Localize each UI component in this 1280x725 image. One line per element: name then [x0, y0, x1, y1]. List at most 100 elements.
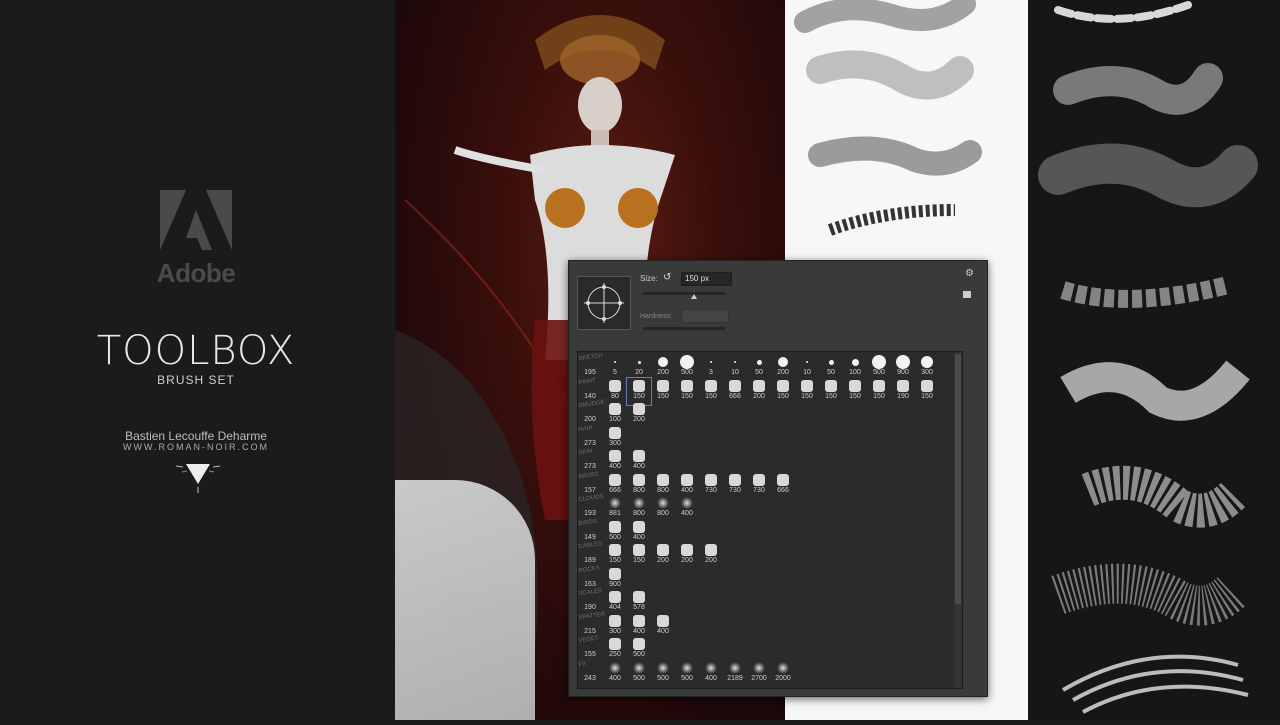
- brush-thumbnail: [756, 359, 762, 365]
- brush-thumbnail: [657, 379, 669, 392]
- brush-size-value: 400: [657, 627, 669, 635]
- brush-size-value: 50: [755, 369, 763, 376]
- brush-thumbnail: [681, 544, 693, 556]
- new-preset-icon[interactable]: [963, 291, 971, 298]
- brush-size-value: 150: [921, 392, 933, 400]
- brush-thumbnail: [633, 661, 645, 674]
- brush-size-value: 150: [633, 557, 645, 564]
- brush-size-value: 200: [753, 392, 765, 400]
- brush-thumbnail: [777, 379, 789, 392]
- brush-thumbnail: [851, 358, 859, 366]
- brush-size-value: 250: [609, 651, 621, 658]
- size-label: Size:: [640, 274, 658, 283]
- brush-preset[interactable]: 500: [627, 660, 651, 687]
- author-name: Bastien Lecouffe Deharme: [125, 429, 267, 443]
- brush-thumbnail: [872, 355, 886, 369]
- brush-thumbnail: [753, 473, 765, 486]
- brush-size-value: 2000: [775, 674, 791, 682]
- brush-size-value: 900: [609, 580, 621, 588]
- size-slider[interactable]: [643, 292, 725, 299]
- brush-thumbnail: [921, 379, 933, 392]
- brush-size-value: 2189: [727, 674, 743, 682]
- triangle-down-icon: [176, 464, 220, 493]
- brush-size-value: 500: [657, 674, 669, 682]
- brush-size-value: 215: [584, 627, 596, 635]
- brush-thumbnail: [657, 473, 669, 486]
- reset-size-icon[interactable]: ↺: [663, 272, 671, 283]
- brush-thumbnail: [633, 591, 645, 603]
- brush-size-value: 500: [633, 674, 645, 682]
- brush-thumbnail: [828, 359, 834, 365]
- brush-size-value: 189: [584, 557, 596, 564]
- brush-thumbnail: [609, 450, 621, 462]
- brush-thumbnail: [705, 661, 717, 674]
- brush-preset[interactable]: 400: [603, 660, 627, 687]
- brush-size-value: 190: [584, 604, 596, 611]
- brush-size-value: 150: [705, 392, 717, 400]
- brush-size-value: 50: [827, 369, 835, 376]
- hardness-slider[interactable]: [643, 327, 725, 330]
- page-title: TOOLBOX: [96, 328, 296, 374]
- brush-preset[interactable]: 500: [651, 660, 675, 687]
- page-subtitle: BRUSH SET: [157, 373, 235, 387]
- brush-size-value: 300: [609, 439, 621, 447]
- brush-thumbnail: [633, 497, 645, 509]
- brush-size-value: 300: [921, 369, 933, 376]
- brush-size-value: 195: [584, 369, 596, 376]
- adobe-logo-icon: [160, 190, 232, 250]
- brush-thumbnail: [705, 379, 717, 392]
- gear-icon[interactable]: ⚙: [965, 268, 974, 279]
- brush-preset[interactable]: 2000: [771, 660, 795, 687]
- brush-thumbnail: [657, 544, 669, 556]
- brush-size-value: 273: [584, 439, 596, 447]
- brush-thumbnail: [637, 360, 641, 364]
- brush-thumbnail: [633, 544, 645, 556]
- grid-scrollbar[interactable]: [954, 352, 962, 688]
- brush-preset[interactable]: 2700: [747, 660, 771, 687]
- brush-size-value: 243: [584, 674, 596, 682]
- brush-thumbnail: [873, 379, 885, 392]
- brush-thumbnail: [729, 473, 741, 486]
- brush-thumbnail: [777, 473, 789, 486]
- brush-size-value: 200: [657, 557, 669, 564]
- brush-thumbnail: [753, 379, 765, 392]
- size-slider-handle[interactable]: [691, 294, 697, 299]
- brush-size-value: 666: [729, 392, 741, 400]
- size-input[interactable]: 150 px: [681, 272, 732, 286]
- brush-size-value: 500: [681, 369, 693, 376]
- brush-size-value: 2700: [751, 674, 767, 682]
- brush-size-value: 666: [777, 486, 789, 494]
- brush-thumbnail: [657, 661, 669, 674]
- brush-size-value: 300: [609, 627, 621, 635]
- brush-size-value: 881: [609, 510, 621, 517]
- brush-size-value: 150: [657, 392, 669, 400]
- brush-preset[interactable]: 2189: [723, 660, 747, 687]
- brush-preset-grid: SKETCH 195 5 20 200 500 3 10 50 200 10 50 100 500 900 3…: [577, 351, 963, 689]
- brush-thumbnail: [801, 379, 813, 392]
- brush-size-value: 200: [705, 557, 717, 564]
- brush-size-value: 150: [777, 392, 789, 400]
- brush-preset[interactable]: 500: [675, 660, 699, 687]
- crosshair-icon: [584, 283, 624, 323]
- brush-preset-panel: Size: ↺ 150 px Hardness: ⚙ SKETCH 195 5 20 2…: [568, 260, 988, 697]
- brush-size-value: 149: [584, 533, 596, 541]
- brush-size-value: 155: [584, 651, 596, 658]
- brush-thumbnail: [633, 379, 645, 392]
- brush-thumbnail: [777, 661, 789, 674]
- brush-size-value: 500: [633, 651, 645, 658]
- brush-size-value: 80: [611, 392, 619, 400]
- brush-size-value: 200: [633, 416, 645, 423]
- grid-scrollbar-thumb[interactable]: [955, 354, 961, 604]
- brush-thumbnail: [609, 638, 621, 650]
- brush-thumbnail: [609, 544, 621, 556]
- brush-size-value: 400: [705, 674, 717, 682]
- brush-thumbnail: [658, 357, 668, 367]
- hardness-input[interactable]: [681, 309, 729, 323]
- brush-size-value: 800: [657, 510, 669, 517]
- brush-size-value: 10: [803, 369, 811, 376]
- brush-thumbnail: [681, 661, 693, 674]
- brush-preset[interactable]: 400: [699, 660, 723, 687]
- brush-preset[interactable]: 243: [578, 660, 602, 687]
- brush-thumbnail: [609, 591, 621, 603]
- website-link[interactable]: WWW.ROMAN-NOIR.COM: [60, 442, 332, 452]
